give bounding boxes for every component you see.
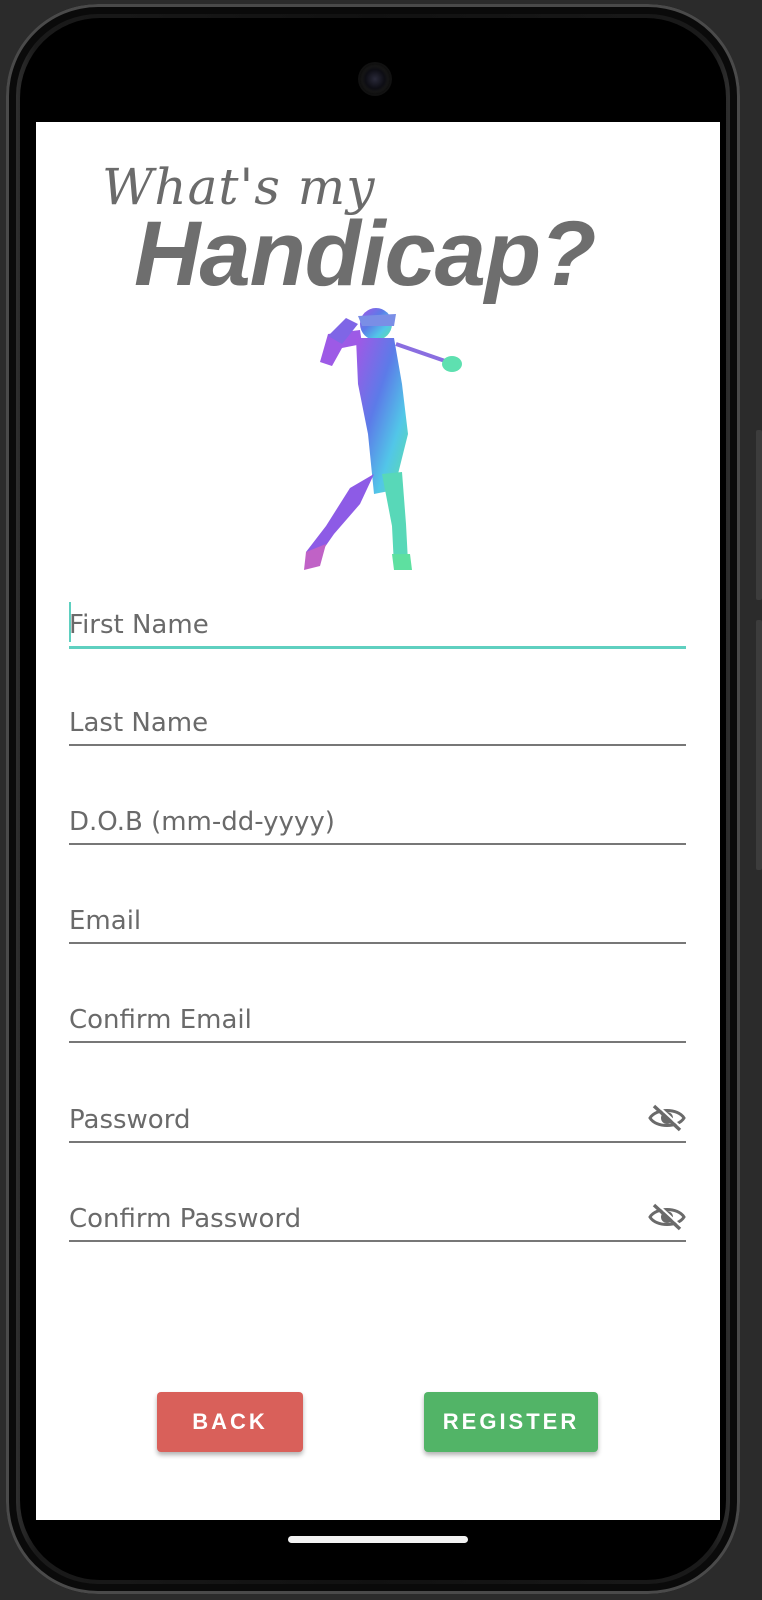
home-indicator[interactable] [288,1536,468,1543]
first-name-input[interactable]: First Name [69,594,686,649]
password-input[interactable]: Password [69,1089,686,1143]
volume-button [756,430,762,600]
back-button[interactable]: BACK [157,1392,303,1452]
confirm-email-placeholder: Confirm Email [69,1005,252,1035]
email-placeholder: Email [69,906,142,936]
eye-off-icon[interactable] [648,1202,686,1232]
confirm-email-input[interactable]: Confirm Email [69,989,686,1043]
dob-placeholder: D.O.B (mm-dd-yyyy) [69,807,335,837]
eye-off-icon[interactable] [648,1103,686,1133]
dob-input[interactable]: D.O.B (mm-dd-yyyy) [69,791,686,845]
golfer-logo-icon [304,308,462,570]
register-button[interactable]: REGISTER [424,1392,598,1452]
first-name-placeholder: First Name [69,610,209,640]
last-name-placeholder: Last Name [69,708,209,738]
password-placeholder: Password [69,1105,191,1135]
email-input[interactable]: Email [69,890,686,944]
power-button [756,620,762,870]
confirm-password-placeholder: Confirm Password [69,1204,302,1234]
app-screen: What's my Handicap? First Name Last Name… [36,122,720,1520]
logo-main-text: Handicap? [134,203,596,305]
front-camera [360,64,390,94]
last-name-input[interactable]: Last Name [69,692,686,746]
confirm-password-input[interactable]: Confirm Password [69,1188,686,1242]
